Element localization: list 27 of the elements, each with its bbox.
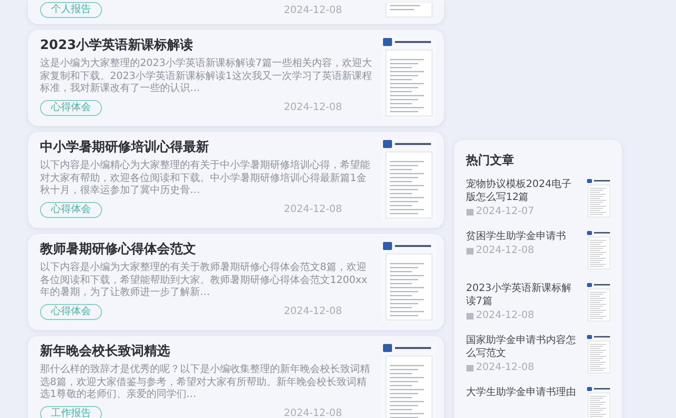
article-title[interactable]: 教师暑期研修心得体会范文 (40, 241, 372, 258)
article-date: 2024-12-07 (476, 206, 534, 217)
document-thumbnail-drawing (586, 334, 612, 374)
article-title[interactable]: 中小学暑期研修培训心得最新 (40, 139, 372, 156)
article-date: 2024-12-08 (284, 204, 342, 215)
popular-article-link[interactable]: 大学生助学金申请书理由 (466, 386, 580, 399)
article-date: 2024-12-08 (476, 362, 534, 373)
article-summary: 这是小编为大家整理的2023小学英语新课标解读7篇一些相关内容，欢迎大家复制和下载。2023小学英语新课标解读1这次我又一次学习了英语新课程标准，我对新课改有了一些的认识… (40, 58, 372, 96)
article-summary: 以下内容是小编精心为大家整理的有关于中小学暑期研修培训心得，希望能对大家有帮助，欢迎各位阅读和下载。中小学暑期研修培训心得最新篇1金秋十月，很幸运参加了冀中历史骨… (40, 160, 371, 198)
document-thumbnail-drawing (586, 178, 612, 218)
popular-article-link[interactable]: 2023小学英语新课标解读7篇 (466, 282, 580, 308)
article-date: 2024-12-08 (284, 102, 342, 113)
popular-article-link[interactable]: 宠物协议模板2024电子版怎么写12篇 (466, 178, 580, 204)
article-date: 2024-12-08 (476, 310, 534, 321)
document-thumbnail-drawing (586, 230, 612, 270)
article-title[interactable]: 新年晚会校长致词精选 (40, 343, 372, 360)
article-date: 2024-12-08 (476, 245, 534, 256)
article-date: 2024-12-08 (284, 4, 342, 16)
article-title[interactable]: 2023小学英语新课标解读 (40, 37, 372, 54)
article-date: 2024-12-08 (284, 408, 342, 418)
popular-article-link[interactable]: 国家助学金申请书内容怎么写范文 (466, 334, 580, 360)
article-summary: 那什么样的致辞才是优秀的呢？以下是小编收集整理的新年晚会校长致词精选8篇，欢迎大家借鉴与参考，希望对大家有所帮助。新年晚会校长致词精选1尊敬的老师们、亲爱的同学们… (40, 364, 371, 402)
sidebar-title: 热门文章 (466, 152, 515, 169)
document-thumbnail-drawing (586, 282, 612, 322)
article-summary: 以下内容是小编为大家整理的有关于教师暑期研修心得体会范文8篇，欢迎各位阅读和下载，希望能帮助到大家。教师暑期研修心得体会范文1200xx年的暑期，为了让教师进一步了解新… (40, 262, 368, 300)
article-date: 2024-12-08 (284, 306, 342, 317)
popular-article-link[interactable]: 贫困学生助学金申请书 (466, 230, 580, 243)
